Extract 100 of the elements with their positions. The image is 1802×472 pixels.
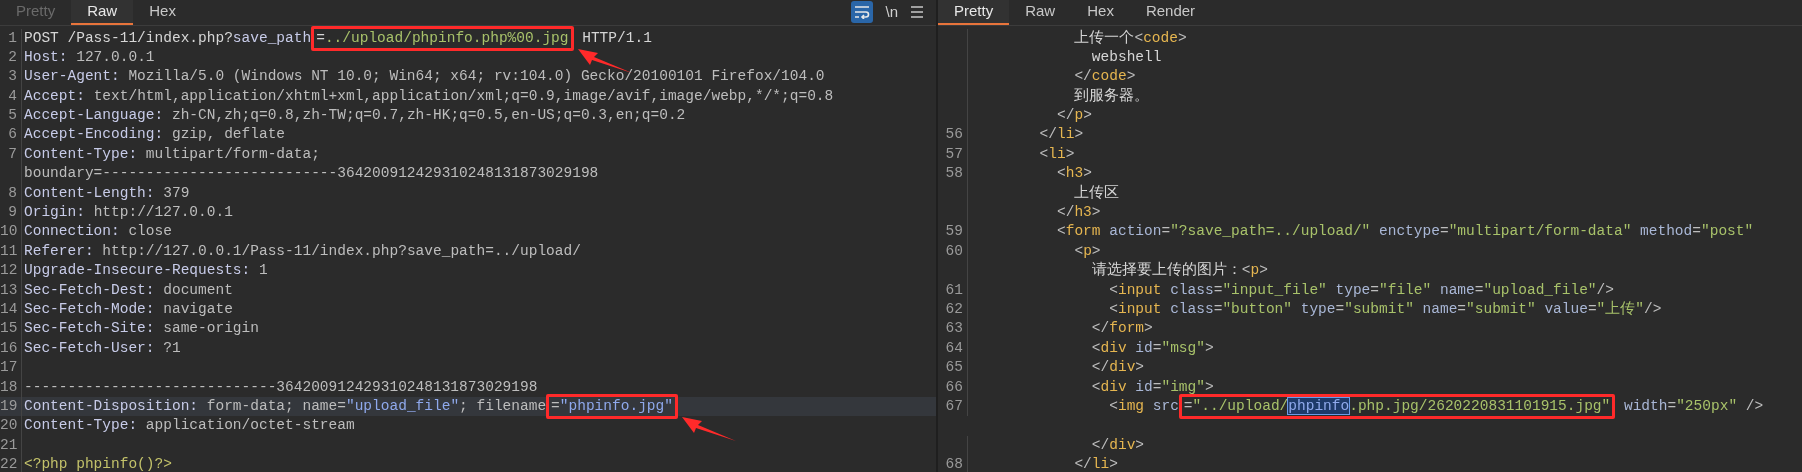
code-token: <?php phpinfo()?> [24,456,172,472]
code-token: "?save_path=../upload/" [1170,223,1371,240]
code-token: phpinfo [1288,397,1350,414]
line-number: 3 [8,68,17,85]
code-token: "submit" [1344,300,1414,317]
code-token: </ [1090,320,1110,337]
code-token: 到服务器。 [1073,87,1150,104]
code-token: = [1183,397,1193,414]
code-token: 请选择要上传的图片： [1090,262,1242,279]
line-number: 21 [0,436,18,453]
view-tab[interactable]: Render [1129,0,1212,25]
line-number: 16 [0,339,18,356]
code-token: input [1117,281,1162,298]
code-token: > [1083,107,1092,124]
code-token: < [1134,29,1144,46]
code-token: "upload_file" [1483,281,1597,298]
code-token: Host: [24,48,69,65]
code-token: webshell [1090,48,1162,65]
code-token: ?1 [163,339,181,356]
code-token: </ [1056,107,1075,124]
line-number: 22 [0,456,18,472]
code-token: </ [1073,456,1092,472]
code-token: li [1048,145,1066,162]
code-token: id [1134,339,1153,356]
menu-icon[interactable] [910,6,924,19]
line-number: 59 [945,223,963,240]
code-token: > [1126,68,1136,85]
code-token: 1 [258,262,268,279]
code-token: "upload_file" [345,397,460,414]
wrap-icon [854,5,871,20]
code-token: Sec-Fetch-User: [24,339,156,356]
code-token: close [128,223,172,240]
line-number: 60 [945,242,963,259]
code-token: = [1692,223,1701,240]
code-token: Accept-Encoding: [24,126,165,143]
line-number: 64 [945,339,963,356]
line-number: 57 [945,145,963,162]
code-token: class [1169,281,1214,298]
line-number: 11 [0,242,18,259]
code-token: gzip, deflate [171,126,286,143]
line-number: 68 [945,456,963,472]
code-token: id [1134,378,1153,395]
code-token: "button" [1222,300,1292,317]
line-number: 62 [945,300,963,317]
code-token: "img" [1161,378,1205,395]
code-token: form-data; name= [206,397,346,414]
code-token: p [1250,262,1260,279]
view-tab[interactable]: Raw [71,0,134,25]
code-token: "../upload/ [1192,397,1289,414]
code-token: = [1457,300,1467,317]
code-token: div [1100,378,1127,395]
code-token: "multipart/form-data" [1448,223,1632,240]
newline-toggle[interactable]: \n [885,1,898,24]
code-token: </ [1090,359,1110,376]
line-number: 20 [0,417,18,434]
code-token: class [1169,300,1214,317]
code-token: > [1083,165,1092,182]
code-token: /> [1644,300,1662,317]
code-token: = [1335,300,1345,317]
code-token: navigate [163,300,233,317]
code-token: div [1100,339,1127,356]
code-token: Sec-Fetch-Site: [24,320,156,337]
line-number: 65 [945,359,963,376]
code-token: = [1213,300,1223,317]
code-token: http://127.0.0.1 [93,204,233,220]
code-token: /> [1744,397,1764,414]
view-tab[interactable]: Raw [1009,0,1072,25]
code-token: < [1108,300,1118,317]
code-token: boundary=---------------------------364200912429310248131873029198 [24,165,599,182]
word-wrap-toggle[interactable] [851,1,874,24]
code-token: src [1151,397,1179,414]
line-number: 10 [0,223,18,240]
code-token: > [1135,359,1145,376]
code-token: type [1334,281,1371,298]
code-token: Sec-Fetch-Mode: [24,300,156,317]
code-token: method [1639,223,1693,240]
code-token: p [1074,107,1084,124]
code-token: div [1109,436,1136,453]
code-token: li [1091,456,1110,472]
code-token: Sec-Fetch-Dest: [24,281,156,298]
code-token: action [1108,223,1162,240]
code-token: 上传区 [1073,184,1120,201]
code-token: Mozilla/5.0 (Windows NT 10.0; Win64; x64; rv:104.0) Gecko/20100101 Firefox/104.0 [128,68,825,85]
code-token: Origin: [24,204,86,220]
code-token: zh-CN,zh;q=0.8,zh-TW;q=0.7,zh-HK;q=0.5,en-US;q=0.3,en;q=0.2 [171,107,686,124]
code-token: = [1370,281,1379,298]
code-token: POST /Pass-11/index.php? [24,29,233,46]
code-token: name [1438,281,1475,298]
code-token: > [1204,378,1214,395]
code-token: enctype [1378,223,1440,240]
code-token: "phpinfo.jpg" [559,397,673,414]
code-token: "msg" [1161,339,1205,356]
code-token: User-Agent: [24,68,121,85]
line-number: 4 [8,87,17,104]
code-token: /> [1596,281,1614,298]
code-token: > [1177,29,1187,46]
view-tab[interactable]: Pretty [938,0,1010,25]
view-tab[interactable]: Hex [133,0,192,25]
code-token: > [1091,204,1101,220]
view-tab[interactable]: Hex [1071,0,1130,25]
